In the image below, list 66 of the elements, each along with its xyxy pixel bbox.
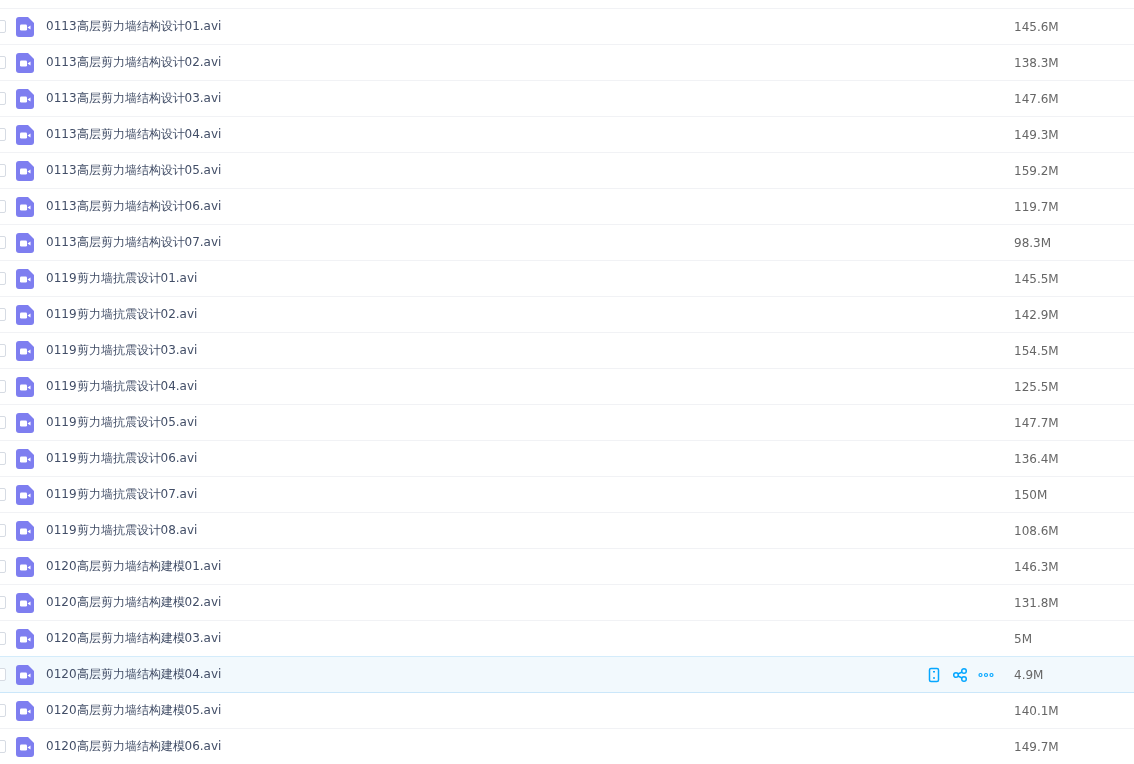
file-size: 138.3M (1014, 55, 1060, 70)
file-size: 4.9M (1014, 667, 1045, 682)
file-size: 98.3M (1014, 235, 1053, 250)
file-name: 0113高层剪力墙结构设计01.avi (46, 18, 223, 35)
file-size: 125.5M (1014, 379, 1060, 394)
file-name: 0119剪力墙抗震设计06.avi (46, 450, 199, 467)
video-file-icon (16, 52, 34, 73)
file-size: 154.5M (1014, 343, 1060, 358)
file-name: 0119剪力墙抗震设计08.avi (46, 522, 199, 539)
file-name: 0119剪力墙抗震设计02.avi (46, 306, 199, 323)
file-name: 0119剪力墙抗震设计05.avi (46, 414, 199, 431)
file-size: 131.8M (1014, 595, 1060, 610)
file-size: 159.2M (1014, 163, 1060, 178)
video-file-icon (16, 448, 34, 469)
file-name: 0119剪力墙抗震设计04.avi (46, 378, 199, 395)
file-name: 0120高层剪力墙结构建模06.avi (46, 738, 223, 755)
file-size: 145.6M (1014, 19, 1060, 34)
file-name: 0119剪力墙抗震设计07.avi (46, 486, 199, 503)
file-name: 0120高层剪力墙结构建模05.avi (46, 702, 223, 719)
file-size: 147.6M (1014, 91, 1060, 106)
file-size: 147.7M (1014, 415, 1060, 430)
video-file-icon (16, 520, 34, 541)
file-size: 119.7M (1014, 199, 1060, 214)
video-file-icon (16, 268, 34, 289)
video-file-icon (16, 736, 34, 757)
file-size: 142.9M (1014, 307, 1060, 322)
video-file-icon (16, 124, 34, 145)
file-name: 0120高层剪力墙结构建模01.avi (46, 558, 223, 575)
file-size: 149.3M (1014, 127, 1060, 142)
file-size: 146.3M (1014, 559, 1060, 574)
file-size: 108.6M (1014, 523, 1060, 538)
video-file-icon (16, 304, 34, 325)
file-size: 150M (1014, 487, 1049, 502)
file-name: 0113高层剪力墙结构设计02.avi (46, 54, 223, 71)
video-file-icon (16, 628, 34, 649)
video-file-icon (16, 592, 34, 613)
file-name: 0113高层剪力墙结构设计04.avi (46, 126, 223, 143)
file-size: 149.7M (1014, 739, 1060, 754)
file-name: 0119剪力墙抗震设计01.avi (46, 270, 199, 287)
share-icon[interactable] (952, 666, 968, 683)
file-size: 136.4M (1014, 451, 1060, 466)
video-file-icon (16, 340, 34, 361)
file-name: 0113高层剪力墙结构设计06.avi (46, 198, 223, 215)
file-name: 0113高层剪力墙结构设计07.avi (46, 234, 223, 251)
file-name: 0120高层剪力墙结构建模04.avi (46, 666, 223, 683)
file-row[interactable]: 0120高层剪力墙结构建模04.avi 4.9M (0, 656, 1134, 693)
file-name: 0120高层剪力墙结构建模03.avi (46, 630, 223, 647)
video-file-icon (16, 376, 34, 397)
video-file-icon (16, 484, 34, 505)
video-file-icon (16, 664, 34, 685)
file-name: 0120高层剪力墙结构建模02.avi (46, 594, 223, 611)
file-size: 145.5M (1014, 271, 1060, 286)
phone-icon[interactable] (926, 666, 942, 683)
file-size: 140.1M (1014, 703, 1060, 718)
video-file-icon (16, 88, 34, 109)
video-file-icon (16, 232, 34, 253)
file-name: 0119剪力墙抗震设计03.avi (46, 342, 199, 359)
file-name: 0113高层剪力墙结构设计05.avi (46, 162, 223, 179)
video-file-icon (16, 16, 34, 37)
video-file-icon (16, 412, 34, 433)
file-size: 5M (1014, 631, 1033, 646)
video-file-icon (16, 196, 34, 217)
video-file-icon (16, 160, 34, 181)
video-file-icon (16, 700, 34, 721)
video-file-icon (16, 556, 34, 577)
file-name: 0113高层剪力墙结构设计03.avi (46, 90, 223, 107)
